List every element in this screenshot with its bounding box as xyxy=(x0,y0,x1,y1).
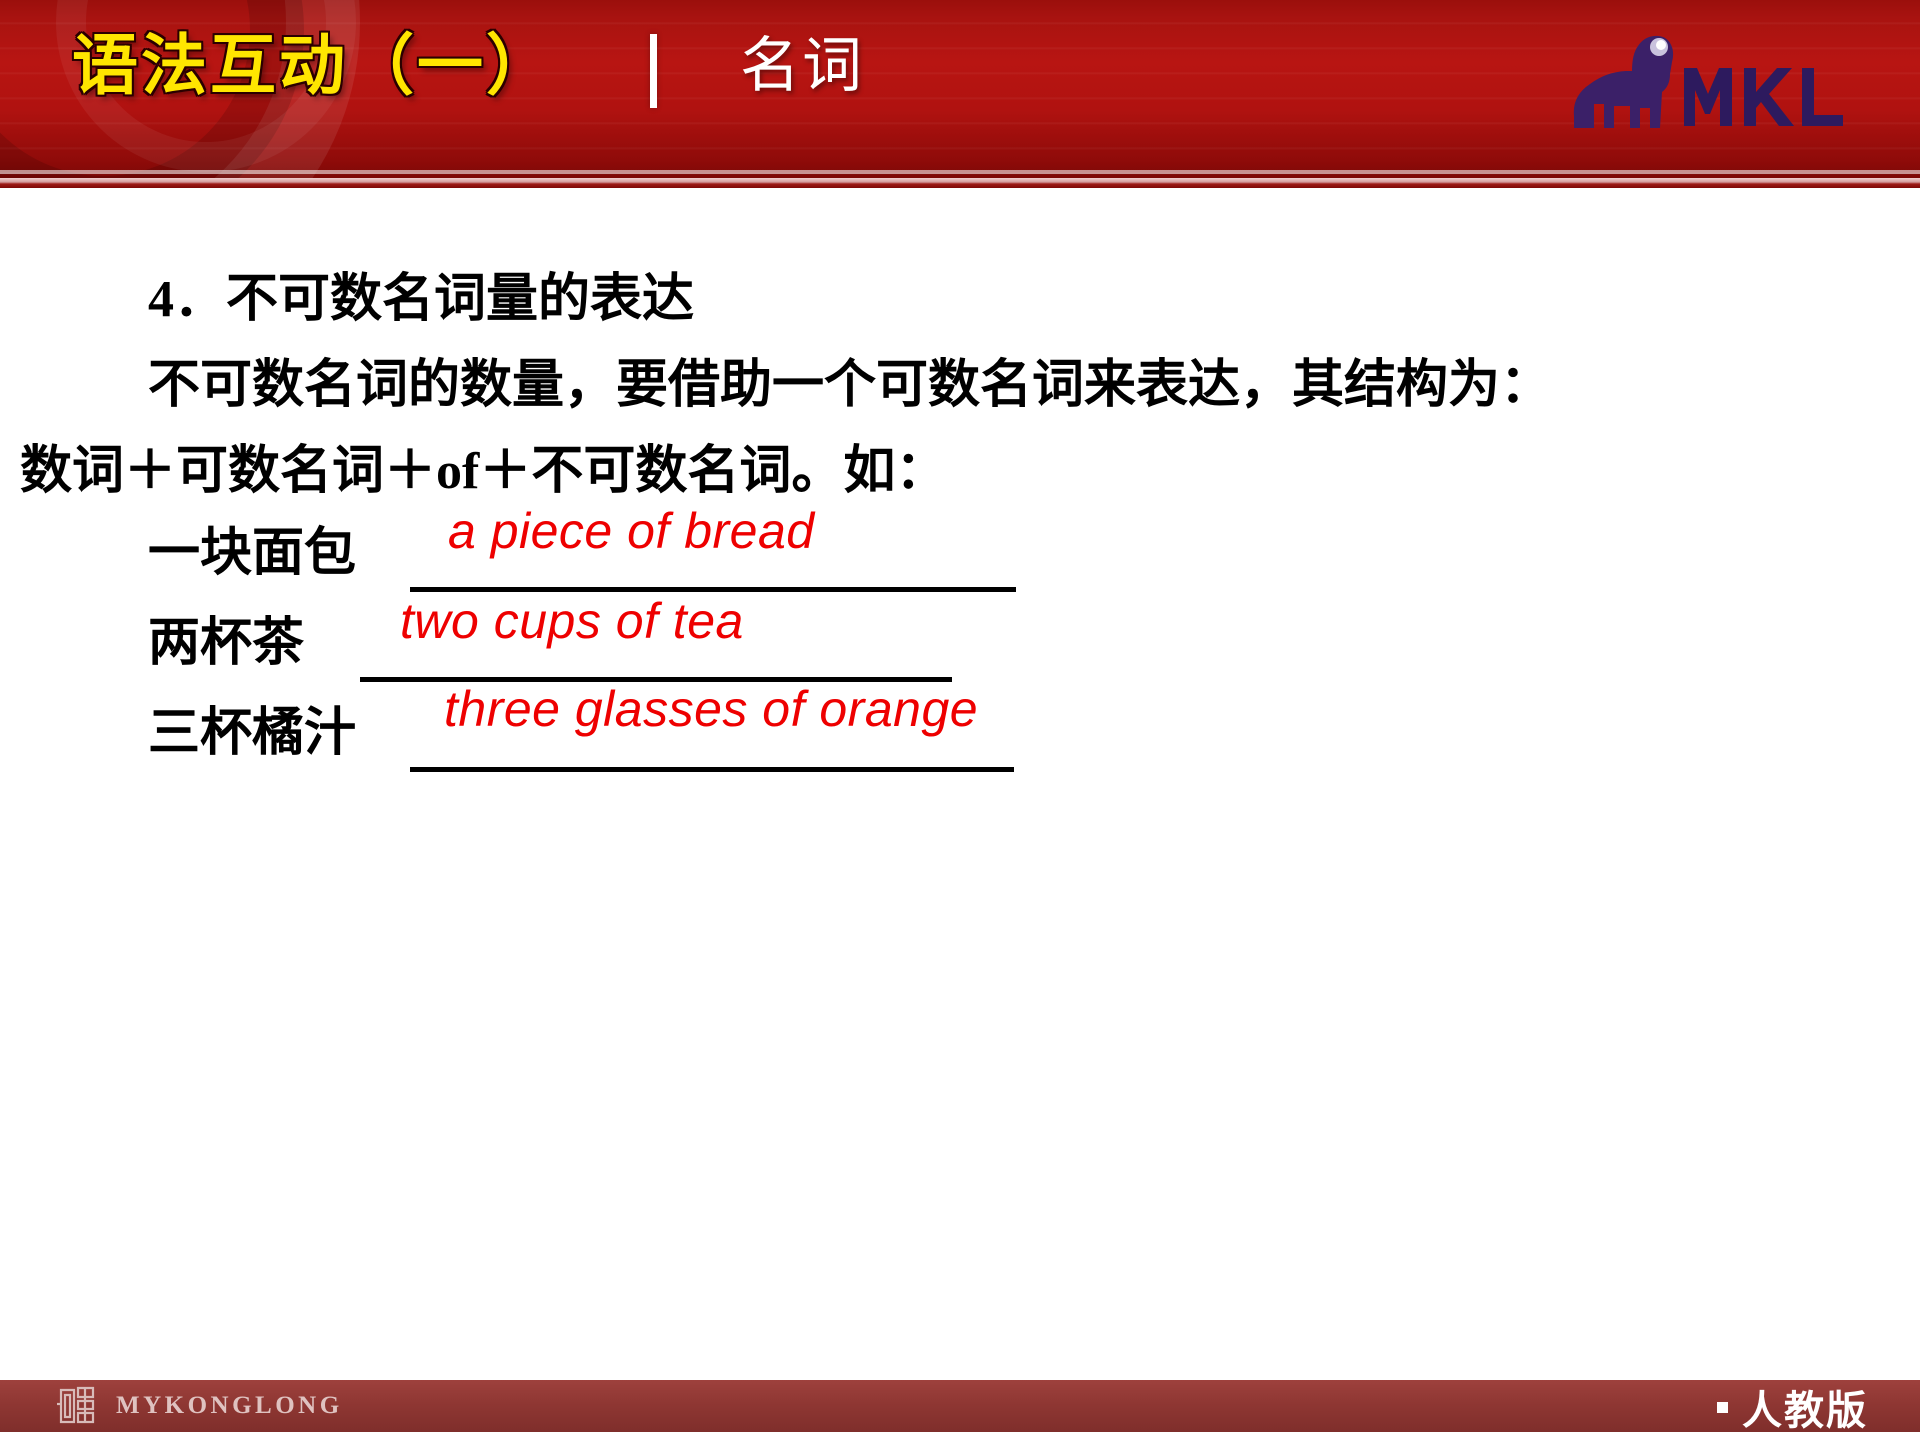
slide-footer: MYKONGLONG 人教版 xyxy=(0,1380,1920,1433)
answer-prompt-label: 三杯橘汁 xyxy=(148,705,357,762)
konglong-seal-icon xyxy=(54,1384,100,1428)
header-subtitle: 名词 xyxy=(740,32,864,99)
explanation-line-2: 数词＋可数名词＋of＋不可数名词。如： xyxy=(20,443,948,500)
answer-prompt-label: 两杯茶 xyxy=(148,615,305,672)
answer-text: three glasses of orange xyxy=(444,681,979,737)
header-bottom-rule xyxy=(0,178,1920,188)
footer-edition-label: 人教版 xyxy=(1742,1389,1868,1433)
dinosaur-icon xyxy=(1573,35,1674,129)
section-heading: 4．不可数名词量的表达 xyxy=(148,271,695,328)
answer-prompt-label: 一块面包 xyxy=(148,525,357,582)
slide-root: 语法互动（一） 名词 4．不可数名词量的表达 不可数名词的数量，要借助一个可数名… xyxy=(0,0,1920,1440)
answer-row: 一块面包 a piece of bread xyxy=(148,503,1048,596)
answer-text: two cups of tea xyxy=(400,593,744,649)
footer-brand-text: MYKONGLONG xyxy=(116,1392,343,1419)
slide-content: 4．不可数名词量的表达 不可数名词的数量，要借助一个可数名词来表达，其结构为： … xyxy=(0,188,1920,1356)
mkl-wordmark xyxy=(1684,68,1843,126)
header-title: 语法互动（一） xyxy=(72,28,555,102)
answer-row: 两杯茶 two cups of tea xyxy=(148,593,1048,686)
answer-text: a piece of bread xyxy=(448,503,815,559)
explanation-line-1: 不可数名词的数量，要借助一个可数名词来表达，其结构为： xyxy=(148,357,1553,414)
answer-row: 三杯橘汁 three glasses of orange xyxy=(148,681,1098,776)
header-divider xyxy=(650,34,657,108)
answer-blank-line xyxy=(410,767,1014,772)
footer-edition-group: 人教版 xyxy=(1717,1381,1868,1433)
header-white-rule xyxy=(0,170,1920,174)
square-bullet-icon xyxy=(1717,1401,1728,1413)
brand-logo xyxy=(1566,24,1896,134)
slide-header-banner: 语法互动（一） 名词 xyxy=(0,0,1920,178)
